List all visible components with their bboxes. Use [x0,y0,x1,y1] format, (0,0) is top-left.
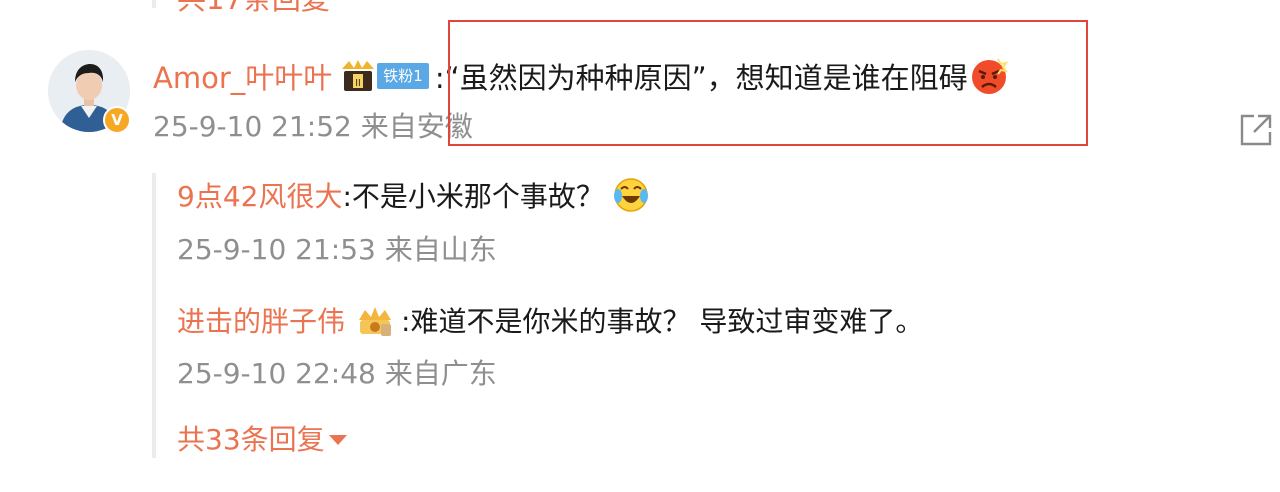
fan-level-badge: 铁粉1 [377,63,429,89]
reply-username[interactable]: 9点42风很大 [177,175,342,215]
reply-time: 25-9-10 21:53 [177,233,376,266]
previous-more-replies-link[interactable]: 共17条回复 [177,0,330,16]
reply-username[interactable]: 进击的胖子伟 [177,300,345,340]
comment-username[interactable]: Amor_叶叶叶 [153,55,332,97]
reply-text: :难道不是你米的事故？ 导致过审变难了。 [401,305,924,338]
reply-location: 来自广东 [384,357,497,390]
reply-time: 25-9-10 22:48 [177,357,376,390]
reply-item: 9点42风很大 :不是小米那个事故？ [177,175,650,215]
more-replies-link[interactable]: 共33条回复 [177,420,347,460]
comment-time: 25-9-10 21:52 [153,110,352,143]
comment-meta: 25-9-10 21:52 来自安徽 [153,109,473,145]
laugh-cry-emoji-icon [613,178,648,212]
share-icon[interactable] [1238,112,1274,148]
crown-badge-icon [359,307,392,336]
reply-location: 来自山东 [384,233,497,266]
reply-meta: 25-9-10 21:53 来自山东 [177,232,497,268]
crown-badge-icon: II [342,60,375,91]
reply-meta: 25-9-10 22:48 来自广东 [177,356,497,392]
more-replies-label: 共33条回复 [177,423,325,456]
highlight-box [448,20,1088,146]
reply-text: :不是小米那个事故？ [342,180,604,213]
reply-rail [152,173,156,458]
reply-item: 进击的胖子伟 :难道不是你米的事故？ 导致过审变难了。 [177,300,923,340]
chevron-down-icon [328,435,347,445]
verified-badge: V [103,106,131,134]
previous-reply-rail [152,0,156,8]
svg-text:II: II [355,78,361,89]
